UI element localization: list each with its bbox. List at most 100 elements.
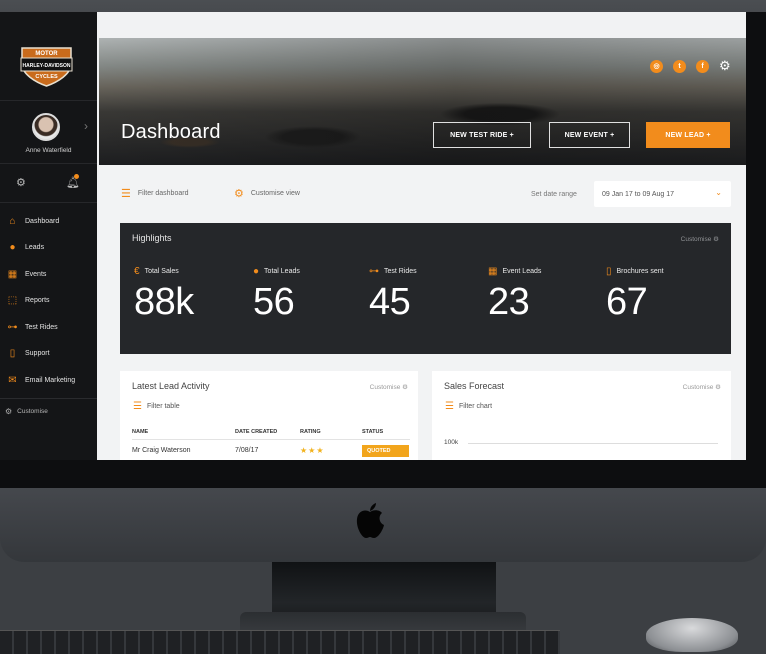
apple-logo-icon — [356, 503, 384, 538]
rating-stars: ★★★ — [300, 446, 325, 455]
column-header-rating[interactable]: RATING — [300, 429, 321, 435]
lead-name: Mr Craig Waterson — [132, 447, 191, 454]
home-icon: ⌂ — [9, 215, 16, 227]
filter-icon: ☰ — [121, 188, 131, 200]
new-test-ride-button[interactable]: NEW TEST RIDE + — [433, 122, 531, 148]
column-header-name[interactable]: NAME — [132, 429, 148, 435]
gear-icon: ⚙ — [715, 384, 721, 391]
notification-dot — [74, 174, 79, 179]
highlights-customise-button[interactable]: Customise ⚙ — [681, 235, 719, 243]
stat-value: 56 — [253, 281, 295, 323]
divider — [0, 397, 97, 399]
sidebar-quick-actions: ⚙ 🔔︎ — [0, 165, 97, 203]
harley-davidson-logo[interactable]: MOTOR HARLEY-DAVIDSON CYCLES — [18, 44, 75, 88]
stat-label: Total Sales — [144, 268, 179, 275]
stat-total-sales: € Total Sales 88k — [134, 266, 244, 324]
motorcycle-icon: ⊶ — [7, 321, 18, 333]
keyboard — [0, 630, 560, 654]
sidebar-item-leads[interactable]: ● Leads — [0, 235, 97, 262]
user-profile[interactable]: Anne Waterfield › — [0, 100, 97, 164]
sidebar-item-support[interactable]: ▯ Support — [0, 341, 97, 368]
facebook-icon[interactable]: f — [696, 60, 709, 73]
sidebar-item-label: Support — [25, 350, 50, 358]
avatar — [32, 113, 60, 141]
stat-label: Event Leads — [502, 268, 542, 275]
stat-value: 45 — [369, 281, 411, 323]
card-title: Sales Forecast — [444, 381, 505, 391]
stat-value: 88k — [134, 281, 194, 323]
stat-brochures-sent: ▯ Brochures sent 67 — [606, 266, 716, 324]
calendar-icon: ▦ — [488, 266, 498, 277]
date-range-select[interactable]: 09 Jan 17 to 09 Aug 17 ⌄ — [594, 181, 731, 207]
filter-dashboard-button[interactable]: ☰ Filter dashboard — [121, 187, 188, 200]
dashboard-toolbar: ☰ Filter dashboard ⚙ Customise view Set … — [99, 165, 746, 221]
sidebar-item-label: Reports — [25, 297, 50, 305]
new-lead-button[interactable]: NEW LEAD + — [646, 122, 730, 148]
date-range-label: Set date range — [531, 191, 577, 198]
stat-label: Test Rides — [384, 268, 417, 275]
sidebar-item-label: Leads — [25, 244, 45, 252]
customise-label: Customise — [369, 384, 401, 391]
stat-test-rides: ⊶ Test Rides 45 — [369, 266, 479, 324]
stat-value: 67 — [606, 281, 648, 323]
user-name: Anne Waterfield — [25, 147, 72, 154]
lead-date: 7/08/17 — [235, 447, 259, 454]
filter-chart-label: Filter chart — [458, 403, 493, 410]
sidebar-item-events[interactable]: ▦ Events — [0, 261, 97, 288]
sidebar-item-label: Test Rides — [25, 323, 58, 331]
sidebar-item-label: Events — [25, 270, 47, 278]
filter-table-button[interactable]: ☰ Filter table — [133, 401, 180, 412]
card-title: Latest Lead Activity — [132, 381, 210, 391]
gear-icon: ⚙ — [713, 236, 719, 243]
sidebar-nav: ⌂ Dashboard ● Leads ▦ Events ⬚ Reports ⊶… — [0, 208, 97, 419]
chevron-right-icon[interactable]: › — [84, 119, 88, 133]
lead-activity-customise-button[interactable]: Customise ⚙ — [370, 383, 408, 391]
sales-forecast-card: Sales Forecast Customise ⚙ ☰ Filter char… — [432, 371, 731, 460]
motorcycle-icon: ⊶ — [369, 266, 379, 277]
twitter-icon[interactable]: t — [673, 60, 686, 73]
instagram-icon[interactable]: ◎ — [650, 60, 663, 73]
y-axis-tick: 100k — [444, 439, 459, 446]
customise-label: Customise — [680, 236, 712, 243]
filter-table-label: Filter table — [146, 403, 180, 410]
lead-activity-card: Latest Lead Activity Customise ⚙ ☰ Filte… — [120, 371, 418, 460]
sidebar: MOTOR HARLEY-DAVIDSON CYCLES Anne Waterf… — [0, 12, 97, 460]
sidebar-item-email-marketing[interactable]: ✉ Email Marketing — [0, 367, 97, 394]
gear-icon[interactable]: ⚙ — [719, 58, 731, 74]
column-header-date[interactable]: DATE CREATED — [235, 429, 277, 435]
filter-icon: ☰ — [133, 401, 142, 412]
stat-value: 23 — [488, 281, 530, 323]
sidebar-item-test-rides[interactable]: ⊶ Test Rides — [0, 314, 97, 341]
table-row[interactable]: Mr Craig Waterson 7/08/17 ★★★ QUOTED — [132, 445, 410, 459]
screen: MOTOR HARLEY-DAVIDSON CYCLES Anne Waterf… — [0, 12, 746, 460]
sidebar-customise-label: Customise — [17, 408, 48, 415]
stat-total-leads: ● Total Leads 56 — [253, 266, 363, 324]
sidebar-item-label: Dashboard — [25, 217, 60, 225]
sales-forecast-customise-button[interactable]: Customise ⚙ — [683, 383, 721, 391]
book-icon: ▯ — [606, 266, 612, 277]
sidebar-item-reports[interactable]: ⬚ Reports — [0, 288, 97, 315]
sidebar-item-dashboard[interactable]: ⌂ Dashboard — [0, 208, 97, 235]
new-event-button[interactable]: NEW EVENT + — [549, 122, 630, 148]
stat-event-leads: ▦ Event Leads 23 — [488, 266, 598, 324]
chart-icon: ⬚ — [7, 295, 18, 307]
mail-icon: ✉ — [8, 374, 17, 386]
customise-view-label: Customise view — [250, 190, 300, 197]
calendar-icon: ▦ — [7, 268, 18, 280]
main-content: ☰ Filter dashboard ⚙ Customise view Set … — [99, 165, 746, 460]
gear-icon: ⚙ — [234, 188, 244, 200]
hero-banner: Dashboard ◎ t f ⚙ NEW TEST RIDE + NEW EV… — [99, 38, 746, 165]
page-title: Dashboard — [121, 121, 221, 143]
gear-icon[interactable]: ⚙ — [16, 176, 26, 189]
customise-label: Customise — [682, 384, 714, 391]
column-header-status[interactable]: STATUS — [362, 429, 383, 435]
filter-dashboard-label: Filter dashboard — [137, 190, 189, 197]
gear-icon: ⚙ — [5, 407, 13, 416]
svg-text:MOTOR: MOTOR — [35, 51, 58, 57]
customise-view-button[interactable]: ⚙ Customise view — [234, 187, 300, 200]
status-badge: QUOTED — [362, 445, 409, 457]
date-range-value: 09 Jan 17 to 09 Aug 17 — [602, 190, 675, 198]
filter-chart-button[interactable]: ☰ Filter chart — [445, 401, 492, 412]
sidebar-customise-link[interactable]: ⚙ Customise — [0, 405, 97, 419]
filter-icon: ☰ — [445, 401, 454, 412]
